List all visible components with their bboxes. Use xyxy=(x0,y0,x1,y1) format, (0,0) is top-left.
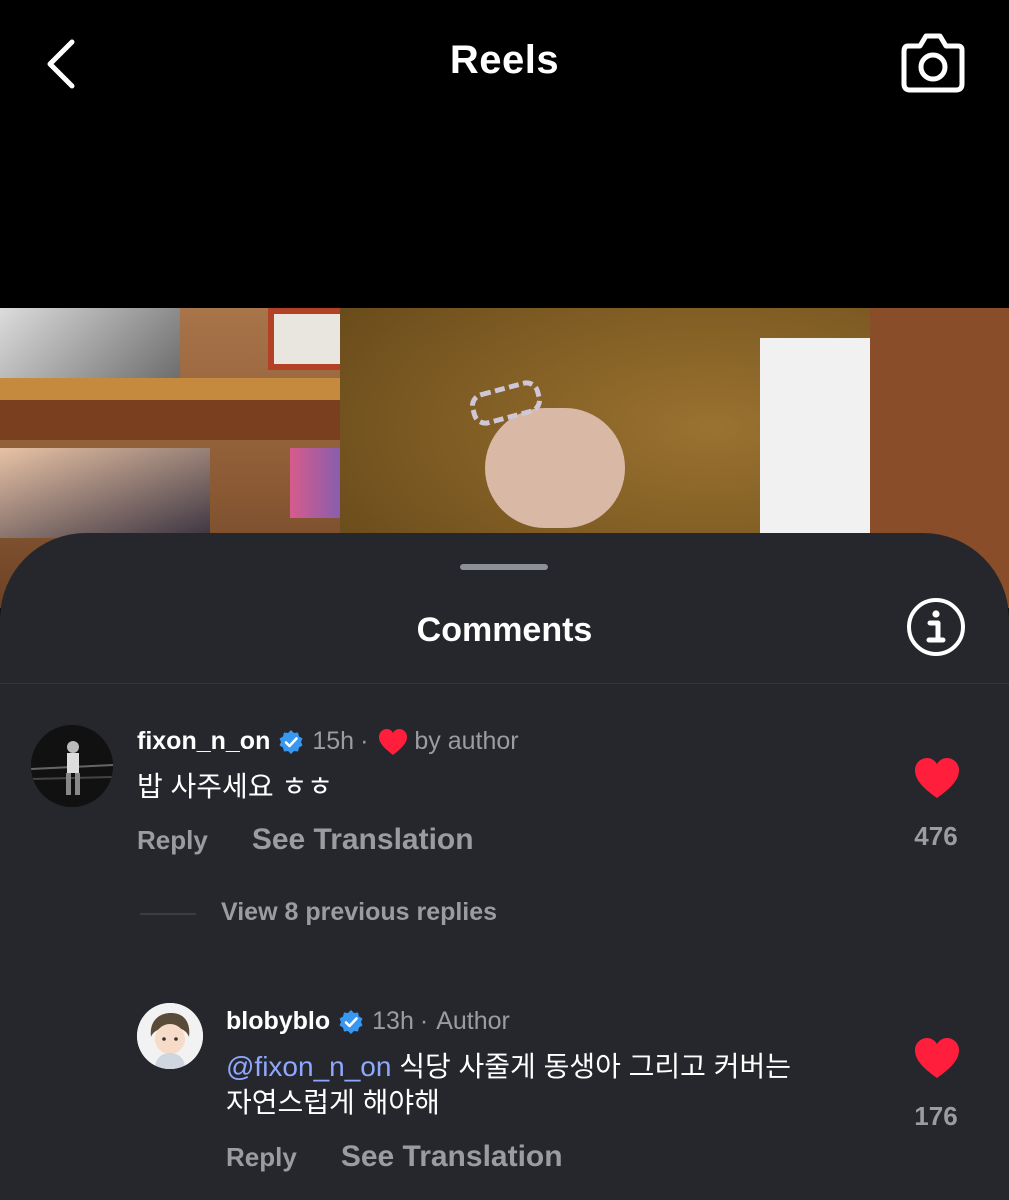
verified-badge-icon xyxy=(279,729,303,754)
meta-separator: · xyxy=(419,1007,429,1035)
comment-text: 밥 사주세요 ㅎㅎ xyxy=(137,771,333,802)
video-shirt xyxy=(760,338,870,558)
see-translation-button[interactable]: See Translation xyxy=(341,1140,563,1174)
reply-meta: blobyblo 13h · Author xyxy=(226,1007,510,1036)
camera-icon[interactable] xyxy=(900,30,966,94)
reply-text: @fixon_n_on 식당 사줄게 동생아 그리고 커버는 자연스럽게 해야해 xyxy=(226,1049,866,1121)
info-icon[interactable] xyxy=(906,597,966,657)
reply-button[interactable]: Reply xyxy=(226,1142,297,1173)
reply-username[interactable]: blobyblo xyxy=(226,1007,330,1036)
video-record xyxy=(0,448,210,538)
like-count: 476 xyxy=(914,821,958,851)
page-title: Reels xyxy=(449,38,560,82)
like-heart-icon[interactable] xyxy=(914,1037,960,1079)
liked-by-author-label: by author xyxy=(414,727,519,755)
comments-sheet: Comments fixon_n_on 15h · by author 밥 사주… xyxy=(0,533,1009,1200)
avatar-photo xyxy=(31,725,113,807)
comment-actions: Reply See Translation xyxy=(137,823,474,857)
sheet-title: Comments xyxy=(416,611,593,649)
drag-handle[interactable] xyxy=(460,564,548,570)
avatar[interactable] xyxy=(137,1003,203,1069)
comment-time: 15h xyxy=(312,727,355,755)
top-bar: Reels xyxy=(0,0,1009,130)
reply-button[interactable]: Reply xyxy=(137,825,208,856)
reply-actions: Reply See Translation xyxy=(226,1140,563,1174)
mention-link[interactable]: @fixon_n_on xyxy=(226,1051,391,1082)
reply-text-line1: 식당 사줄게 동생아 그리고 커버는 xyxy=(391,1051,791,1082)
meta-separator: · xyxy=(360,727,369,755)
comment-meta: fixon_n_on 15h · by author xyxy=(137,727,519,756)
replies-line xyxy=(140,913,196,915)
view-previous-replies-button[interactable]: View 8 previous replies xyxy=(221,898,497,927)
like-count: 176 xyxy=(914,1101,958,1131)
liked-by-author-heart-icon xyxy=(379,728,408,755)
comment-username[interactable]: fixon_n_on xyxy=(137,727,270,756)
video-poster xyxy=(0,308,180,378)
avatar[interactable] xyxy=(31,725,113,807)
see-translation-button[interactable]: See Translation xyxy=(252,823,474,857)
author-badge: Author xyxy=(436,1007,510,1035)
like-heart-icon[interactable] xyxy=(914,757,960,799)
video-hand xyxy=(485,408,625,528)
divider xyxy=(0,683,1009,684)
verified-badge-icon xyxy=(339,1009,363,1034)
reply-time: 13h xyxy=(372,1007,414,1035)
avatar-illustration xyxy=(137,1003,203,1069)
reply-text-line2: 자연스럽게 해야해 xyxy=(226,1087,440,1118)
